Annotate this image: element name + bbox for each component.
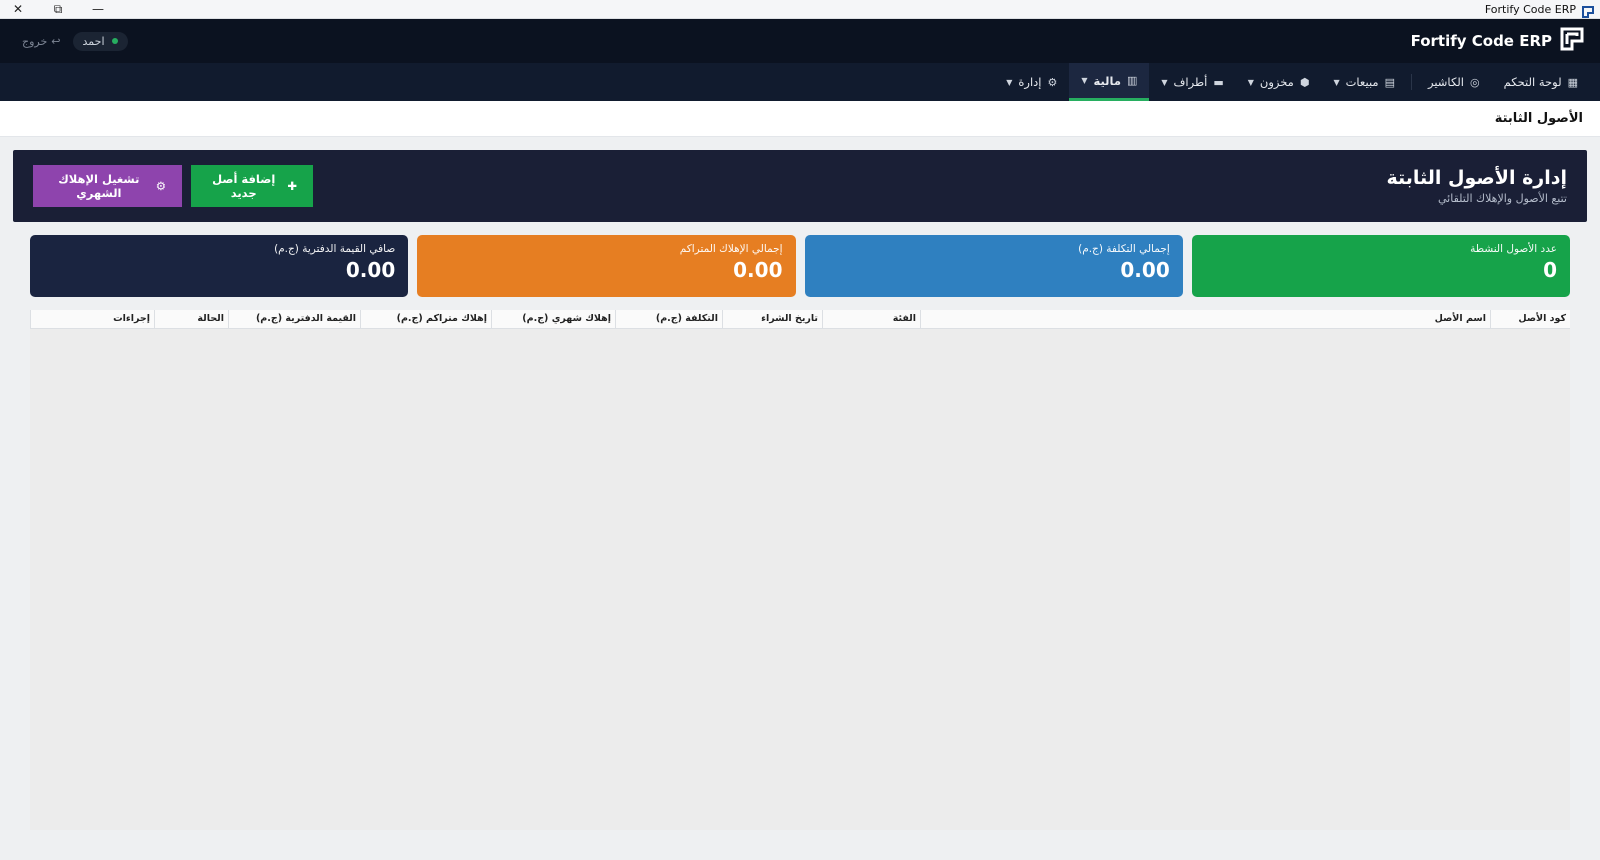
stat-label: إجمالي التكلفة (ج.م) — [1078, 243, 1170, 255]
user-name: احمد — [82, 34, 105, 48]
column-header-status[interactable]: الحالة — [154, 310, 228, 328]
stat-value: 0.00 — [1120, 258, 1170, 282]
stat-value: 0.00 — [345, 258, 396, 282]
nav-finance[interactable]: ▥ مالية ▼ — [1069, 63, 1150, 101]
add-asset-label: إضافة أصل جديد — [212, 172, 276, 200]
stat-label: إجمالي الإهلاك المتراكم — [679, 243, 783, 255]
hero-text: إدارة الأصول الثابتة تتبع الأصول والإهلا… — [1386, 167, 1567, 205]
chevron-down-icon: ▼ — [1333, 77, 1340, 87]
plus-icon: ✚ — [287, 179, 297, 193]
app-header: خروج ↩ احمد Fortify Code ERP — [0, 19, 1600, 63]
close-window-button[interactable]: ✕ — [10, 0, 26, 19]
chevron-down-icon: ▼ — [1081, 76, 1088, 85]
column-header-actions[interactable]: إجراءات — [30, 310, 154, 328]
minimize-window-button[interactable]: — — [90, 0, 106, 19]
column-header-category[interactable]: الفئة — [822, 310, 920, 328]
assets-table: كود الأصل اسم الأصل الفئة تاريخ الشراء ا… — [30, 310, 1570, 830]
hero-subtitle: تتبع الأصول والإهلاك التلقائي — [1438, 192, 1567, 205]
stat-label: صافي القيمة الدفترية (ج.م) — [274, 243, 396, 255]
stat-card-accumulated-depreciation: إجمالي الإهلاك المتراكم 0.00 — [417, 235, 796, 297]
window-title: Fortify Code ERP — [1484, 2, 1576, 16]
brand-name: Fortify Code ERP — [1410, 32, 1552, 50]
receipt-icon: ▤ — [1384, 75, 1395, 89]
nav-divider — [1410, 74, 1412, 90]
stat-value: 0.00 — [733, 258, 783, 282]
gear-icon: ⚙ — [1047, 75, 1058, 89]
column-header-purchase-date[interactable]: تاريخ الشراء — [722, 310, 822, 328]
hero-banner: ⚙ تشغيل الإهلاك الشهري ✚ إضافة أصل جديد … — [13, 150, 1587, 222]
nav-cashier[interactable]: ◎ الكاشير — [1416, 63, 1492, 101]
restore-window-button[interactable]: ⧉ — [50, 0, 66, 19]
page-title: الأصول الثابتة — [1494, 111, 1583, 126]
column-header-monthly-depreciation[interactable]: إهلاك شهري (ج.م) — [491, 310, 615, 328]
nav-label: مبيعات — [1345, 75, 1379, 89]
nav-sales[interactable]: ▤ مبيعات ▼ — [1321, 63, 1407, 101]
user-area: خروج ↩ احمد — [22, 31, 128, 51]
stat-value: 0 — [1543, 258, 1557, 282]
main-content: ⚙ تشغيل الإهلاك الشهري ✚ إضافة أصل جديد … — [0, 137, 1600, 830]
hero-actions: ⚙ تشغيل الإهلاك الشهري ✚ إضافة أصل جديد — [33, 165, 313, 207]
brand[interactable]: Fortify Code ERP — [1411, 27, 1584, 55]
gear-icon: ⚙ — [155, 179, 166, 193]
logout-label: خروج — [22, 34, 48, 48]
nav-label: مخزون — [1259, 75, 1294, 89]
table-header: كود الأصل اسم الأصل الفئة تاريخ الشراء ا… — [30, 310, 1570, 329]
run-depreciation-label: تشغيل الإهلاك الشهري — [58, 172, 140, 200]
stat-label: عدد الأصول النشطة — [1470, 243, 1557, 255]
nav-label: الكاشير — [1427, 75, 1464, 89]
chevron-down-icon: ▼ — [1006, 77, 1013, 87]
logout-icon: ↩ — [51, 34, 61, 48]
dashboard-icon: ▦ — [1567, 75, 1578, 89]
window-controls: ✕ ⧉ — — [10, 0, 106, 19]
column-header-book-value[interactable]: القيمة الدفترية (ج.م) — [228, 310, 360, 328]
app-logo-icon — [1582, 3, 1594, 18]
logout-button[interactable]: خروج ↩ — [22, 35, 61, 48]
main-nav: ▦ لوحة التحكم ◎ الكاشير ▤ مبيعات ▼ ⬢ مخز… — [0, 63, 1600, 101]
column-header-accumulated-depreciation[interactable]: إهلاك متراكم (ج.م) — [360, 310, 491, 328]
cashier-icon: ◎ — [1470, 75, 1480, 89]
nav-dashboard[interactable]: ▦ لوحة التحكم — [1492, 63, 1590, 101]
window-titlebar: ✕ ⧉ — Fortify Code ERP — [0, 0, 1600, 19]
nav-inventory[interactable]: ⬢ مخزون ▼ — [1236, 63, 1322, 101]
nav-parties[interactable]: ▬ أطراف ▼ — [1149, 63, 1235, 101]
add-asset-button[interactable]: ✚ إضافة أصل جديد — [191, 165, 313, 207]
column-header-cost[interactable]: التكلفة (ج.م) — [615, 310, 722, 328]
nav-label: إدارة — [1018, 75, 1042, 89]
ledger-icon: ▥ — [1126, 74, 1138, 87]
nav-label: أطراف — [1173, 75, 1208, 89]
box-icon: ⬢ — [1299, 75, 1310, 89]
page-title-bar: الأصول الثابتة — [0, 101, 1600, 137]
window-title-area: Fortify Code ERP — [1484, 2, 1594, 18]
stat-card-net-book-value: صافي القيمة الدفترية (ج.م) 0.00 — [30, 235, 409, 297]
users-icon: ▬ — [1213, 75, 1224, 89]
hero-title: إدارة الأصول الثابتة — [1386, 167, 1567, 189]
nav-label: لوحة التحكم — [1503, 75, 1562, 89]
chevron-down-icon: ▼ — [1161, 77, 1168, 87]
online-status-icon — [111, 38, 118, 44]
chevron-down-icon: ▼ — [1247, 77, 1254, 87]
stat-card-active-assets: عدد الأصول النشطة 0 — [1191, 235, 1570, 297]
brand-logo-icon — [1560, 27, 1584, 55]
nav-label: مالية — [1093, 73, 1121, 88]
column-header-name[interactable]: اسم الأصل — [920, 310, 1490, 328]
stat-cards: عدد الأصول النشطة 0 إجمالي التكلفة (ج.م)… — [13, 235, 1587, 297]
column-header-code[interactable]: كود الأصل — [1490, 310, 1570, 328]
stat-card-total-cost: إجمالي التكلفة (ج.م) 0.00 — [804, 235, 1183, 297]
nav-admin[interactable]: ⚙ إدارة ▼ — [994, 63, 1069, 101]
user-badge[interactable]: احمد — [72, 31, 128, 51]
run-monthly-depreciation-button[interactable]: ⚙ تشغيل الإهلاك الشهري — [33, 165, 182, 207]
